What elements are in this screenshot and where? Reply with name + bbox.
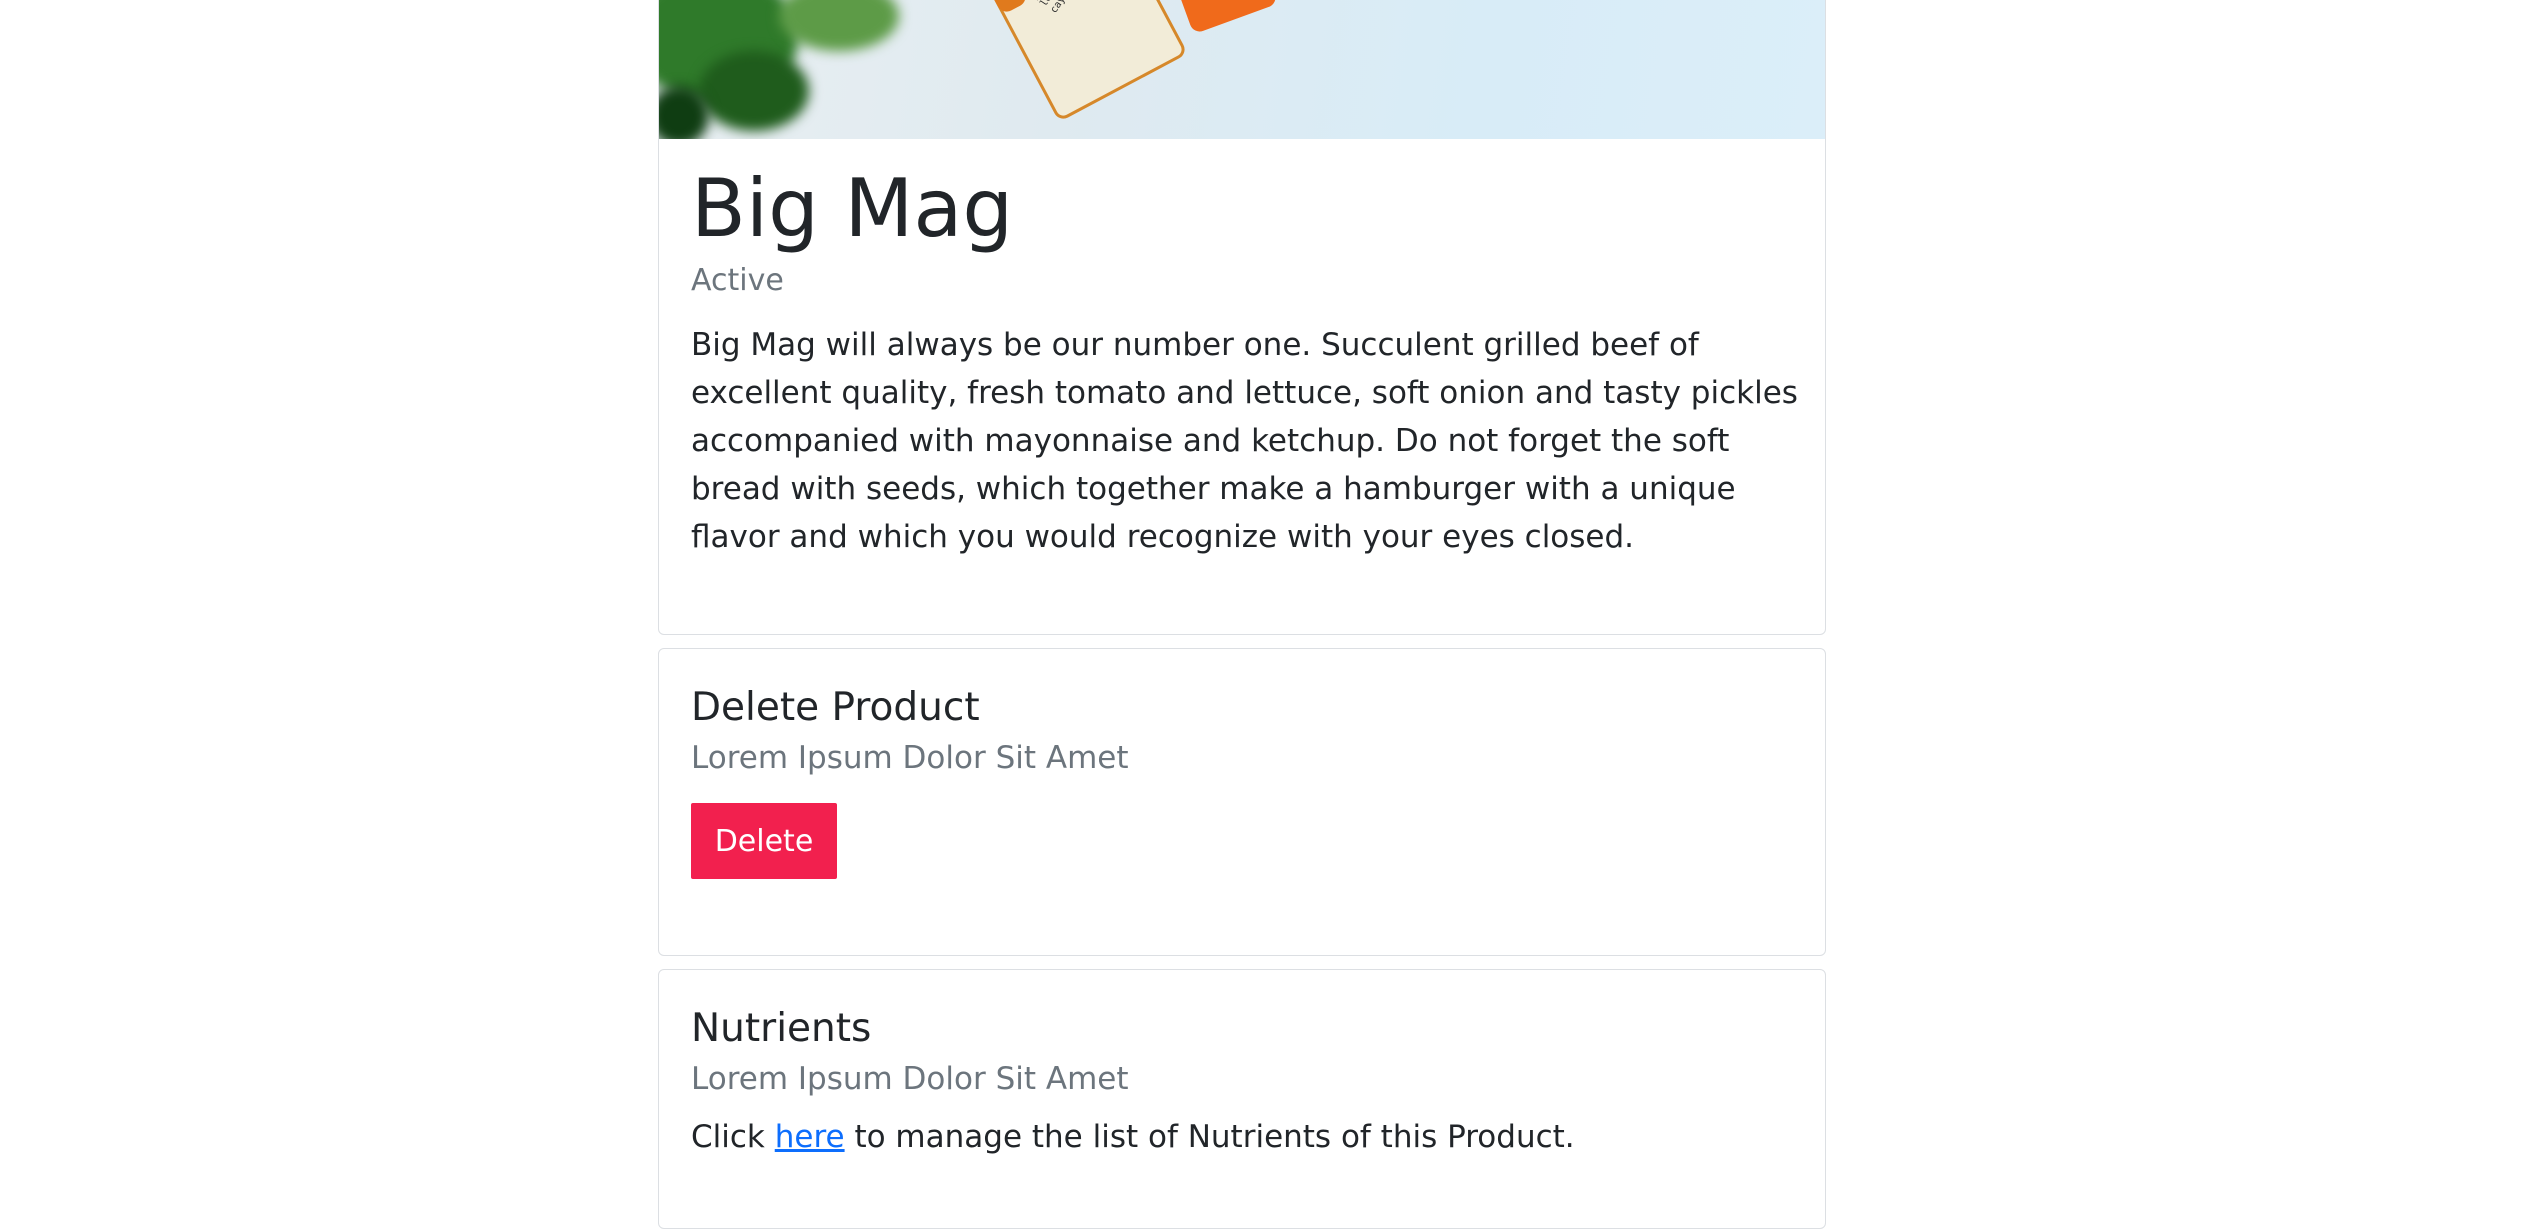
product-card: well shot ginger lemon cayenne Big Mag A… [658,0,1826,635]
nutrients-manage-text: Click here to manage the list of Nutrien… [691,1116,1575,1158]
delete-button[interactable]: Delete [691,803,837,879]
nutrients-manage-link[interactable]: here [775,1119,845,1155]
nutrients-title: Nutrients [691,1006,872,1051]
product-status: Active [691,263,784,298]
product-image: well shot ginger lemon cayenne [659,0,1825,139]
product-title: Big Mag [691,162,1014,255]
delete-product-subtitle: Lorem Ipsum Dolor Sit Amet [691,740,1129,776]
nutrients-subtitle: Lorem Ipsum Dolor Sit Amet [691,1061,1129,1097]
product-description: Big Mag will always be our number one. S… [691,327,1798,555]
delete-product-title: Delete Product [691,685,980,730]
nutrients-text-before: Click [691,1119,775,1155]
nutrients-text-after: to manage the list of Nutrients of this … [844,1119,1575,1155]
nutrients-card: Nutrients Lorem Ipsum Dolor Sit Amet Cli… [658,969,1826,1229]
delete-product-card: Delete Product Lorem Ipsum Dolor Sit Ame… [658,648,1826,956]
